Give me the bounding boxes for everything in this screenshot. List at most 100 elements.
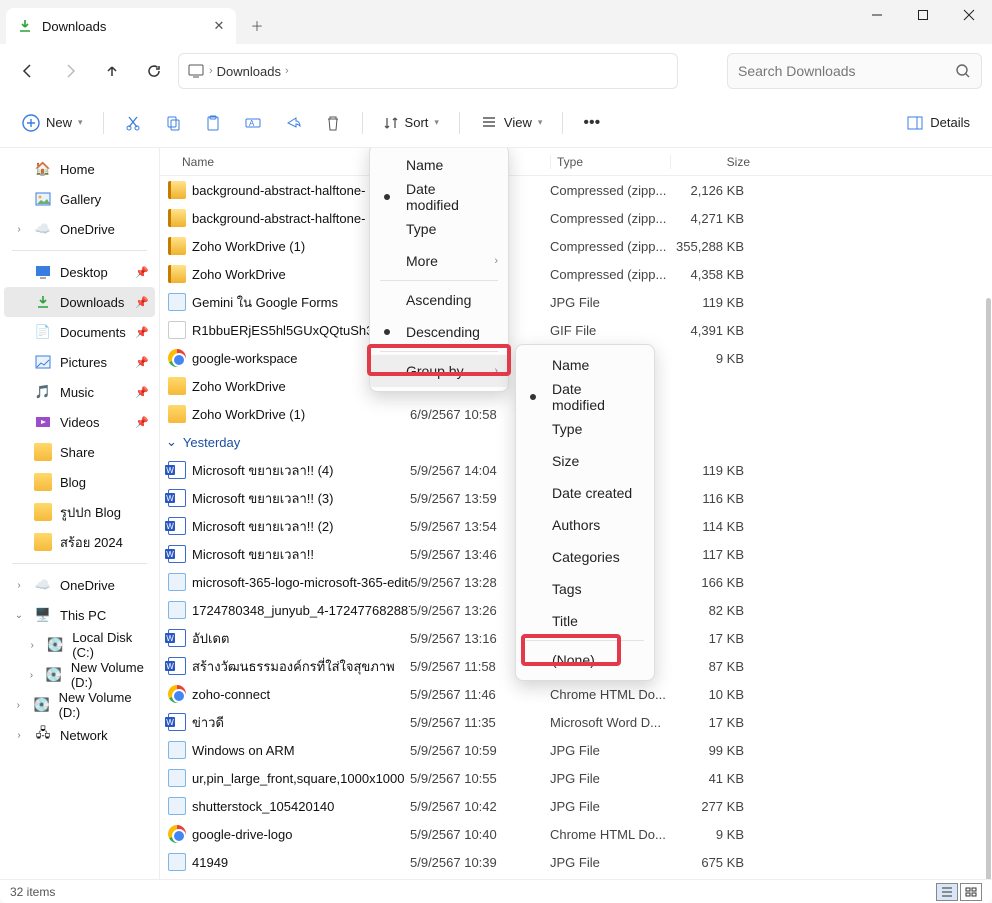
chevron-right-icon[interactable]: › bbox=[12, 700, 25, 711]
maximize-button[interactable] bbox=[900, 0, 946, 30]
search-box[interactable] bbox=[727, 53, 982, 89]
img-icon bbox=[168, 741, 186, 759]
file-row[interactable]: background-abstract-halftone-Compressed … bbox=[160, 204, 992, 232]
groupby-date-created[interactable]: Date created bbox=[516, 477, 654, 509]
sidebar-item-onedrive-top[interactable]: ›☁️OneDrive bbox=[4, 214, 155, 244]
sidebar-item-documents[interactable]: 📄Documents📌 bbox=[4, 317, 155, 347]
sidebar-item-localc[interactable]: ›💽Local Disk (C:) bbox=[4, 630, 155, 660]
groupby-none[interactable]: (None) bbox=[516, 644, 654, 676]
copy-button[interactable] bbox=[156, 105, 190, 141]
file-row[interactable]: 419495/9/2567 10:39JPG File675 KB bbox=[160, 848, 992, 876]
toolbar: New ▾ A Sort ▾ View ▾ ••• Details bbox=[0, 98, 992, 148]
close-tab-icon[interactable]: ✕ bbox=[210, 17, 228, 35]
groupby-title[interactable]: Title bbox=[516, 605, 654, 637]
groupby-authors[interactable]: Authors bbox=[516, 509, 654, 541]
groupby-date-modified[interactable]: Date modified bbox=[516, 381, 654, 413]
file-row[interactable]: R1bbuERjES5hl5GUxQQtuSh3XnGIF File4,391 … bbox=[160, 316, 992, 344]
sidebar-item-onedrive[interactable]: ›☁️OneDrive bbox=[4, 570, 155, 600]
close-button[interactable] bbox=[946, 0, 992, 30]
doc-icon bbox=[168, 489, 186, 507]
paste-button[interactable] bbox=[196, 105, 230, 141]
sidebar-item-network[interactable]: ›🖧Network bbox=[4, 720, 155, 750]
delete-button[interactable] bbox=[316, 105, 350, 141]
file-row[interactable]: Windows on ARM5/9/2567 10:59JPG File99 K… bbox=[160, 736, 992, 764]
rename-button[interactable]: A bbox=[236, 105, 270, 141]
up-button[interactable] bbox=[94, 53, 130, 89]
file-row[interactable]: ข่าวดี5/9/2567 11:35Microsoft Word D...1… bbox=[160, 708, 992, 736]
sidebar-item-gallery[interactable]: Gallery bbox=[4, 184, 155, 214]
column-type[interactable]: Type bbox=[550, 155, 670, 169]
search-icon[interactable] bbox=[955, 63, 971, 79]
sort-menu-more[interactable]: More› bbox=[370, 245, 508, 277]
details-view-button[interactable] bbox=[936, 883, 958, 901]
sort-menu-type[interactable]: Type bbox=[370, 213, 508, 245]
sidebar-item-pictures[interactable]: Pictures📌 bbox=[4, 347, 155, 377]
sidebar-item-music[interactable]: 🎵Music📌 bbox=[4, 377, 155, 407]
tab-downloads[interactable]: Downloads ✕ bbox=[6, 8, 236, 44]
cut-button[interactable] bbox=[116, 105, 150, 141]
chevron-right-icon[interactable]: › bbox=[26, 640, 38, 651]
share-button[interactable] bbox=[276, 105, 310, 141]
sidebar-item-share[interactable]: Share bbox=[4, 437, 155, 467]
sidebar-item-blog-pics[interactable]: รูปปก Blog bbox=[4, 497, 155, 527]
file-name: Microsoft ขยายเวลา!! (3) bbox=[192, 488, 334, 509]
groupby-type[interactable]: Type bbox=[516, 413, 654, 445]
address-bar: › Downloads › bbox=[0, 44, 992, 98]
file-row[interactable]: ur,pin_large_front,square,1000x10005/9/2… bbox=[160, 764, 992, 792]
new-button[interactable]: New ▾ bbox=[14, 105, 91, 141]
search-input[interactable] bbox=[738, 63, 947, 79]
chevron-right-icon[interactable]: › bbox=[12, 224, 26, 235]
sidebar-item-sroy[interactable]: สร้อย 2024 bbox=[4, 527, 155, 557]
view-button[interactable]: View ▾ bbox=[472, 105, 550, 141]
file-row[interactable]: shutterstock_1054201405/9/2567 10:42JPG … bbox=[160, 792, 992, 820]
refresh-button[interactable] bbox=[136, 53, 172, 89]
img-icon bbox=[168, 573, 186, 591]
sidebar-item-newvol2[interactable]: ›💽New Volume (D:) bbox=[4, 690, 155, 720]
details-button[interactable]: Details bbox=[898, 105, 978, 141]
groupby-name[interactable]: Name bbox=[516, 349, 654, 381]
file-row[interactable]: Gemini ใน Google FormsJPG File119 KB bbox=[160, 288, 992, 316]
sidebar-item-thispc[interactable]: ⌄🖥️This PC bbox=[4, 600, 155, 630]
breadcrumb[interactable]: › Downloads › bbox=[178, 53, 678, 89]
sort-menu-group-by[interactable]: Group by› bbox=[370, 355, 508, 387]
sort-menu-name[interactable]: Name bbox=[370, 149, 508, 181]
chevron-right-icon[interactable]: › bbox=[12, 730, 26, 741]
more-button[interactable]: ••• bbox=[575, 105, 608, 141]
column-size[interactable]: Size bbox=[670, 155, 750, 169]
file-row[interactable]: Zoho WorkDrive (1)Compressed (zipp...355… bbox=[160, 232, 992, 260]
sort-menu-date-modified[interactable]: Date modified bbox=[370, 181, 508, 213]
sidebar-item-blog[interactable]: Blog bbox=[4, 467, 155, 497]
groupby-categories[interactable]: Categories bbox=[516, 541, 654, 573]
back-button[interactable] bbox=[10, 53, 46, 89]
folder-icon bbox=[34, 503, 52, 521]
file-row[interactable]: background-abstract-halftone-Compressed … bbox=[160, 176, 992, 204]
chevron-right-icon[interactable]: › bbox=[285, 65, 289, 77]
breadcrumb-segment[interactable]: Downloads bbox=[217, 64, 281, 79]
file-size: 2,126 KB bbox=[670, 183, 750, 198]
forward-button[interactable] bbox=[52, 53, 88, 89]
file-row[interactable]: zoho-connect5/9/2567 11:46Chrome HTML Do… bbox=[160, 680, 992, 708]
sort-menu-ascending[interactable]: Ascending bbox=[370, 284, 508, 316]
new-tab-button[interactable]: ＋ bbox=[240, 8, 274, 42]
chevron-down-icon[interactable]: ⌄ bbox=[12, 610, 26, 621]
file-row[interactable]: Zoho WorkDriveCompressed (zipp...4,358 K… bbox=[160, 260, 992, 288]
thumbnails-view-button[interactable] bbox=[960, 883, 982, 901]
sort-menu-descending[interactable]: Descending bbox=[370, 316, 508, 348]
sidebar-item-videos[interactable]: Videos📌 bbox=[4, 407, 155, 437]
chevron-right-icon[interactable]: › bbox=[209, 65, 213, 77]
sidebar-item-desktop[interactable]: Desktop📌 bbox=[4, 257, 155, 287]
sidebar-item-home[interactable]: 🏠Home bbox=[4, 154, 155, 184]
chevron-right-icon[interactable]: › bbox=[26, 670, 37, 681]
scrollbar[interactable] bbox=[986, 298, 991, 879]
chevron-right-icon: › bbox=[494, 255, 498, 267]
sort-button[interactable]: Sort ▾ bbox=[375, 105, 447, 141]
sidebar-item-downloads[interactable]: Downloads📌 bbox=[4, 287, 155, 317]
sidebar-item-newvol1[interactable]: ›💽New Volume (D:) bbox=[4, 660, 155, 690]
chevron-right-icon[interactable]: › bbox=[12, 580, 26, 591]
chevron-down-icon: ▾ bbox=[78, 117, 83, 128]
groupby-size[interactable]: Size bbox=[516, 445, 654, 477]
minimize-button[interactable] bbox=[854, 0, 900, 30]
groupby-tags[interactable]: Tags bbox=[516, 573, 654, 605]
file-row[interactable]: google-drive-logo5/9/2567 10:40Chrome HT… bbox=[160, 820, 992, 848]
file-size: 9 KB bbox=[670, 827, 750, 842]
